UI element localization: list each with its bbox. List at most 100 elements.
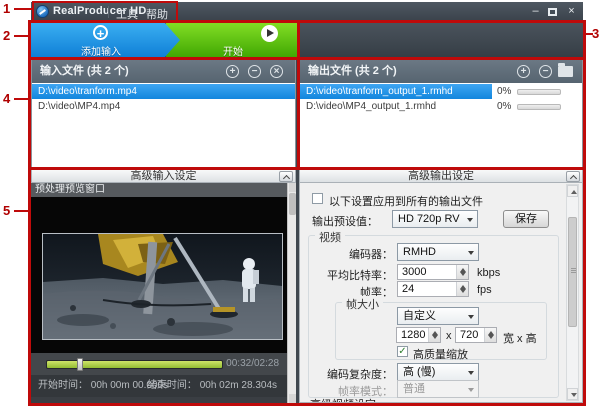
preset-dropdown[interactable]: HD 720p RV [392, 210, 478, 228]
menu-help[interactable]: 帮助 [146, 6, 168, 22]
preview-scrollbar[interactable] [287, 183, 296, 403]
width-value: 1280 [401, 329, 425, 341]
scroll-thumb[interactable] [289, 193, 296, 215]
start-button[interactable]: 开始 [166, 22, 300, 58]
spinner-arrows-icon[interactable] [484, 328, 496, 342]
scroll-up-icon[interactable] [567, 185, 578, 197]
close-icon[interactable]: × [564, 4, 579, 18]
bitrate-unit: kbps [477, 267, 500, 279]
start-label: 开始 [166, 43, 300, 58]
callout-line-1 [14, 8, 32, 10]
input-file-panel: 输入文件 (共 2 个) + − × D:\video\tranform.mp4… [31, 59, 296, 168]
spinner-arrows-icon[interactable] [456, 265, 468, 279]
encoder-value: RMHD [403, 246, 436, 258]
minimize-icon[interactable]: – [528, 4, 543, 18]
video-group-label: 视频 [315, 229, 345, 245]
video-preview-frame [42, 233, 283, 340]
progress-bar [517, 104, 561, 110]
advanced-input-title: 高级输入设定 [131, 170, 197, 182]
callout-number-5: 5 [3, 204, 10, 217]
framerate-unit: fps [477, 284, 492, 296]
seek-bar[interactable] [46, 360, 223, 369]
settings-scrollbar[interactable] [566, 184, 579, 401]
output-file-path: D:\video\MP4_output_1.rmhd [306, 99, 436, 114]
play-circle-icon [261, 25, 278, 42]
add-input-button[interactable]: + 添加输入 [31, 22, 181, 58]
seek-thumb[interactable] [77, 358, 83, 371]
callout-line-2 [14, 35, 28, 37]
chevron-down-icon [468, 371, 474, 375]
framesize-mode-dropdown[interactable]: 自定义 [397, 307, 479, 325]
apply-all-checkbox[interactable] [312, 193, 323, 204]
input-panel-title: 输入文件 (共 2 个) [40, 65, 129, 77]
menu-tools[interactable]: 工具 [116, 6, 138, 22]
ratemode-value: 普通 [403, 383, 425, 395]
advanced-video-settings-link[interactable]: 高级视频设定 [310, 396, 376, 403]
complexity-label: 编码复杂度： [309, 366, 393, 382]
advanced-output-title: 高级输出设定 [408, 170, 474, 182]
progress-percent: 0% [497, 84, 511, 99]
add-input-label: 添加输入 [31, 43, 171, 58]
moon-scene-image [43, 234, 282, 339]
save-button[interactable]: 保存 [503, 210, 549, 228]
output-file-row[interactable]: D:\video\tranform_output_1.rmhd 0% [300, 84, 582, 99]
scroll-down-icon[interactable] [289, 394, 296, 403]
add-file-icon[interactable]: + [226, 65, 239, 78]
callout-number-2: 2 [3, 29, 10, 42]
callout-number-3: 3 [592, 27, 599, 40]
width-spinner[interactable]: 1280 [396, 327, 441, 343]
clear-files-icon[interactable]: × [270, 65, 283, 78]
advanced-input-panel: 预处理预览窗口 [31, 183, 296, 403]
app-logo-icon [36, 5, 49, 18]
framerate-spinner[interactable]: 24 [397, 281, 469, 297]
encoder-dropdown[interactable]: RMHD [397, 243, 479, 261]
browse-folder-icon[interactable] [558, 66, 573, 77]
output-panel-title: 输出文件 (共 2 个) [308, 65, 397, 77]
preset-label: 输出预设值： [312, 213, 378, 229]
bitrate-label: 平均比特率： [309, 267, 393, 283]
bitrate-spinner[interactable]: 3000 [397, 264, 469, 280]
ratemode-dropdown[interactable]: 普通 [397, 380, 479, 398]
advanced-output-panel: 以下设置应用到所有的输出文件 输出预设值： HD 720p RV 保存 视频 编… [299, 183, 583, 403]
collapse-up-icon[interactable] [566, 171, 580, 182]
add-output-icon[interactable]: + [517, 65, 530, 78]
spinner-arrows-icon[interactable] [428, 328, 440, 342]
scroll-down-icon[interactable] [567, 388, 578, 400]
remove-file-icon[interactable]: − [248, 65, 261, 78]
input-file-row[interactable]: D:\video\tranform.mp4 [32, 84, 295, 99]
maximize-icon[interactable] [548, 8, 557, 16]
title-bar: RealProducer HD 工具 帮助 – × [31, 2, 583, 22]
callout-number-4: 4 [3, 92, 10, 105]
multiply-sign: x [446, 330, 452, 342]
chevron-down-icon [467, 218, 473, 222]
start-time-label: 开始时间： [38, 380, 88, 391]
callout-line-3 [584, 33, 593, 35]
output-file-row[interactable]: D:\video\MP4_output_1.rmhd 0% [300, 99, 582, 114]
end-time: 结束时间： 00h 02m 28.304s [147, 375, 277, 397]
encoder-label: 编码器： [309, 246, 393, 262]
remove-output-icon[interactable]: − [539, 65, 552, 78]
hq-scaling-checkbox[interactable]: ✓ [397, 346, 408, 357]
advanced-output-header: 高级输出设定 [299, 168, 583, 183]
scroll-up-icon[interactable] [289, 183, 296, 192]
menu-divider [108, 6, 109, 18]
time-display: 00:32/02:28 [226, 358, 279, 369]
progress-bar [517, 89, 561, 95]
scroll-thumb[interactable] [568, 217, 577, 327]
framesize-mode-value: 自定义 [403, 310, 436, 322]
apply-all-label: 以下设置应用到所有的输出文件 [329, 193, 483, 209]
spinner-arrows-icon[interactable] [456, 282, 468, 296]
input-file-row[interactable]: D:\video\MP4.mp4 [32, 99, 295, 114]
end-time-label: 结束时间： [147, 380, 197, 391]
collapse-up-icon[interactable] [279, 171, 293, 182]
video-group: 视频 编码器： RMHD 平均比特率： 3000 kbps 帧率： 24 fps [308, 235, 559, 398]
preview-window-label: 预处理预览窗口 [31, 183, 287, 197]
progress-percent: 0% [497, 99, 511, 114]
output-file-panel: 输出文件 (共 2 个) + − D:\video\tranform_outpu… [299, 59, 583, 168]
height-spinner[interactable]: 720 [455, 327, 497, 343]
complexity-dropdown[interactable]: 高 (慢) [397, 363, 479, 381]
callout-line-4 [14, 98, 28, 100]
framerate-value: 24 [402, 283, 414, 295]
height-value: 720 [460, 329, 478, 341]
output-file-path: D:\video\tranform_output_1.rmhd [306, 84, 453, 99]
